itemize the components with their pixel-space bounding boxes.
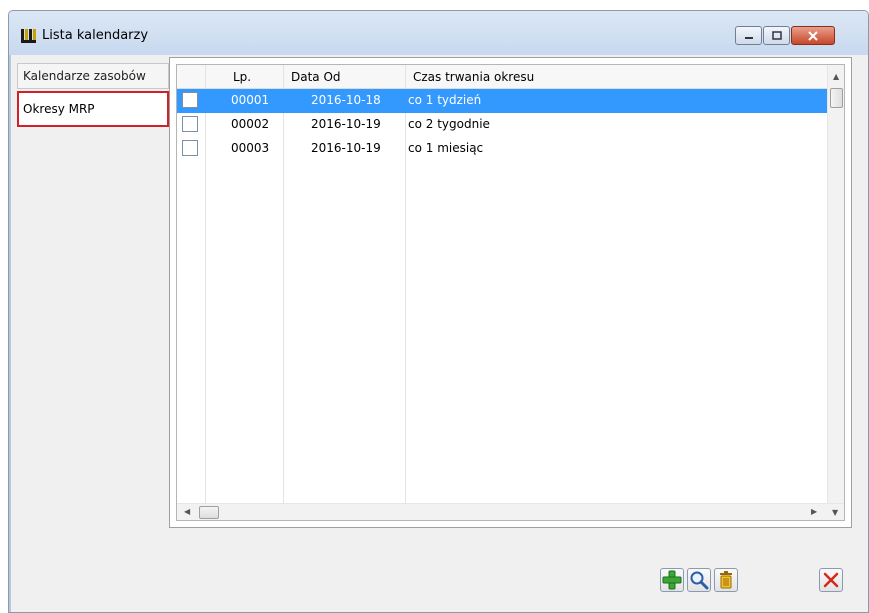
- vertical-scroll-thumb[interactable]: [830, 88, 843, 108]
- window-title: Lista kalendarzy: [42, 28, 149, 43]
- grid-header: Lp. Data Od Czas trwania okresu: [177, 65, 829, 89]
- table-row[interactable]: 00002 2016-10-19 co 2 tygodnie: [177, 113, 829, 137]
- header-czas-trwania[interactable]: Czas trwania okresu: [413, 65, 534, 89]
- periods-grid[interactable]: Lp. Data Od Czas trwania okresu 00001 20…: [176, 64, 845, 521]
- table-row[interactable]: 00003 2016-10-19 co 1 miesiąc: [177, 137, 829, 161]
- plus-icon: [662, 570, 682, 590]
- tab-kalendarze-zasobow[interactable]: Kalendarze zasobów: [17, 63, 169, 89]
- scroll-up-icon[interactable]: ▲: [833, 72, 839, 81]
- window: Lista kalendarzy Kalendarze zasobów Okre…: [8, 10, 869, 613]
- title-bar[interactable]: Lista kalendarzy: [9, 11, 868, 55]
- row-checkbox[interactable]: [182, 92, 198, 108]
- row-checkbox[interactable]: [182, 116, 198, 132]
- close-icon: [808, 30, 818, 41]
- left-edge: [9, 55, 11, 612]
- close-window-button[interactable]: [791, 26, 835, 45]
- magnifier-icon: [690, 571, 709, 590]
- row-checkbox[interactable]: [182, 140, 198, 156]
- trash-icon: [720, 571, 732, 589]
- cell-czas: co 2 tygodnie: [408, 117, 490, 131]
- side-tabs: Kalendarze zasobów Okresy MRP: [17, 63, 169, 531]
- view-button[interactable]: [687, 568, 711, 592]
- maximize-button[interactable]: [763, 26, 790, 45]
- horizontal-scroll-thumb[interactable]: [199, 506, 219, 519]
- grid-frame: Lp. Data Od Czas trwania okresu 00001 20…: [169, 57, 852, 528]
- scroll-right-icon[interactable]: ▶: [811, 507, 817, 516]
- cell-lp: 00001: [231, 93, 270, 107]
- close-x-icon: [823, 572, 839, 588]
- header-data-od[interactable]: Data Od: [291, 65, 341, 89]
- scroll-down-icon[interactable]: ▼: [832, 508, 838, 517]
- horizontal-scrollbar[interactable]: ◀ ▶ ▼: [177, 503, 844, 520]
- window-content: Kalendarze zasobów Okresy MRP Lp. Data O…: [9, 55, 868, 612]
- calendar-list-icon: [21, 29, 36, 43]
- vertical-scrollbar[interactable]: ▲: [827, 65, 844, 505]
- delete-button[interactable]: [714, 568, 738, 592]
- cell-data-od: 2016-10-19: [311, 117, 381, 131]
- tab-okresy-mrp[interactable]: Okresy MRP: [17, 91, 169, 127]
- cell-lp: 00003: [231, 141, 270, 155]
- minimize-button[interactable]: [735, 26, 762, 45]
- add-button[interactable]: [660, 568, 684, 592]
- cell-data-od: 2016-10-18: [311, 93, 381, 107]
- table-row[interactable]: 00001 2016-10-18 co 1 tydzień: [177, 89, 829, 113]
- maximize-icon: [771, 31, 782, 40]
- cell-lp: 00002: [231, 117, 270, 131]
- close-button[interactable]: [819, 568, 843, 592]
- cell-czas: co 1 tydzień: [408, 93, 482, 107]
- header-lp[interactable]: Lp.: [233, 65, 251, 89]
- cell-data-od: 2016-10-19: [311, 141, 381, 155]
- cell-czas: co 1 miesiąc: [408, 141, 484, 155]
- scroll-left-icon[interactable]: ◀: [184, 507, 190, 516]
- minimize-icon: [744, 36, 753, 39]
